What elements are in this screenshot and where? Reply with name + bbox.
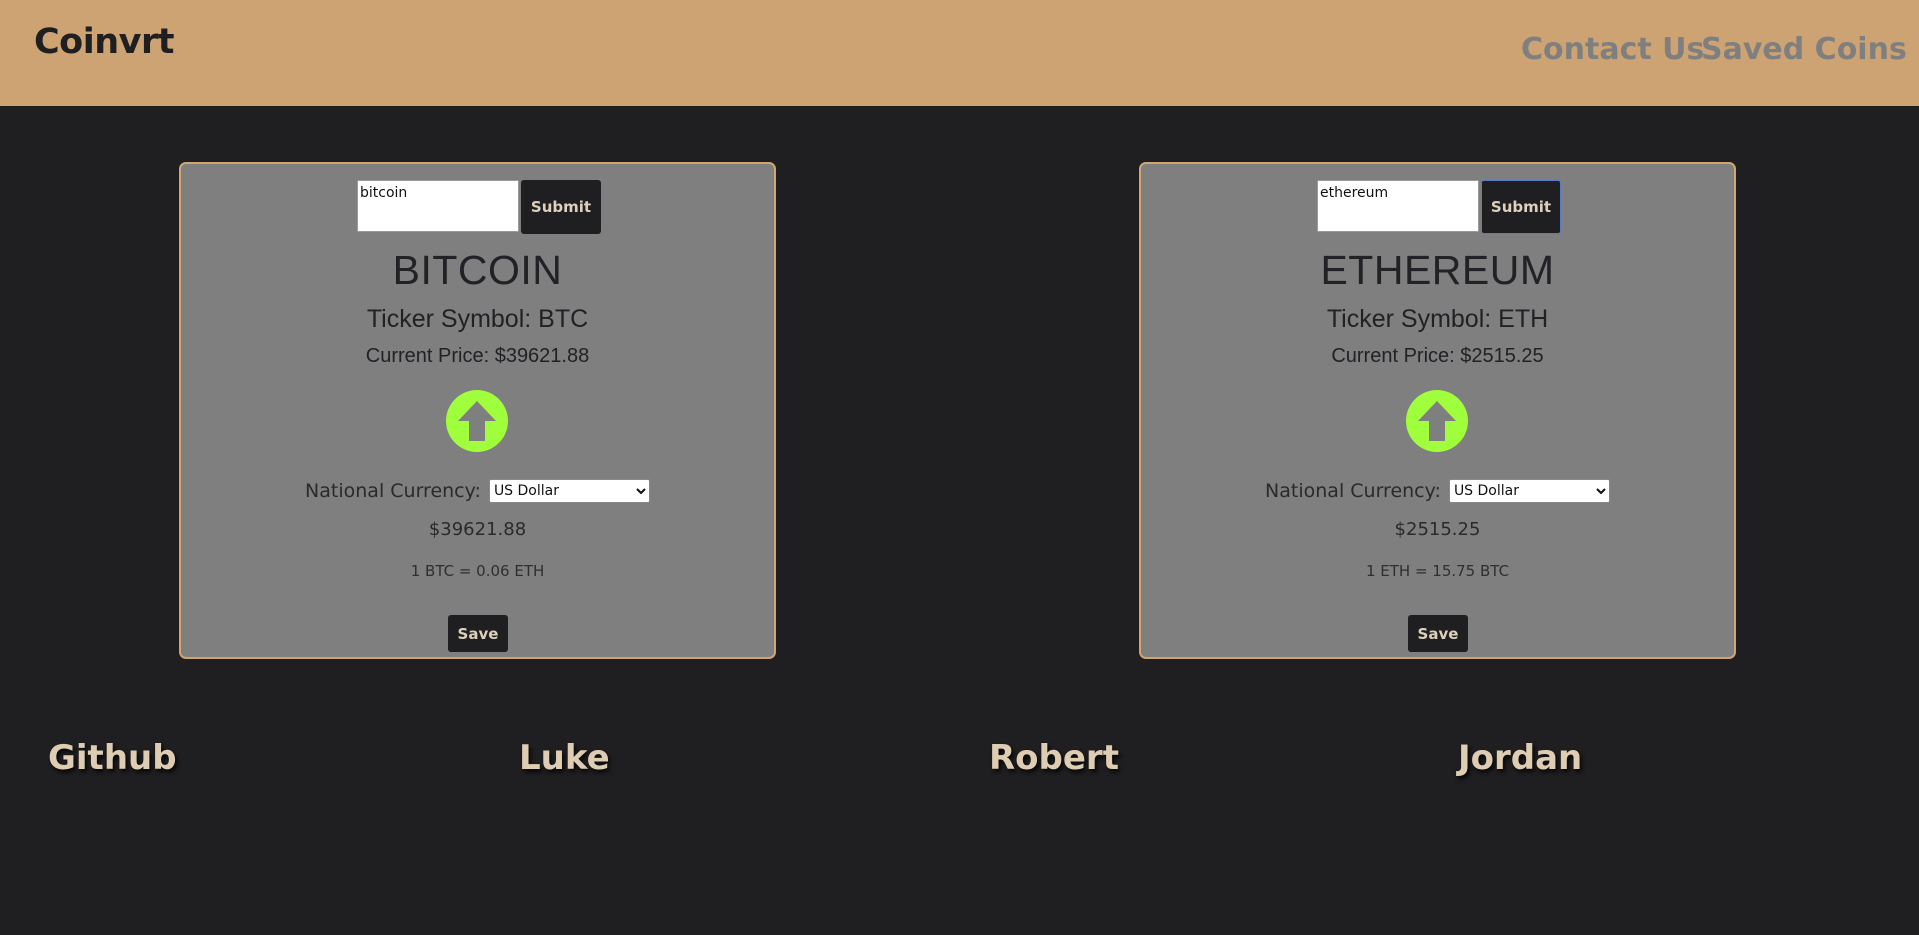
currency-row: National Currency: US Dollar [1141, 479, 1734, 503]
nav-saved-coins[interactable]: Saved Coins [1701, 32, 1907, 67]
footer-github-link[interactable]: Github [48, 738, 177, 778]
ticker-symbol: Ticker Symbol: BTC [366, 305, 589, 333]
coin-card-bitcoin: bitcoin Submit BITCOIN Ticker Symbol: BT… [179, 162, 776, 659]
current-price: Current Price: $39621.88 [365, 345, 590, 367]
coin-search-input[interactable]: bitcoin [357, 180, 519, 232]
up-arrow-icon [1406, 390, 1468, 452]
coin-search-input[interactable]: ethereum [1317, 180, 1479, 232]
converted-value: $2515.25 [1394, 519, 1481, 540]
up-arrow-icon [446, 390, 508, 452]
currency-select[interactable]: US Dollar [488, 479, 650, 503]
currency-select[interactable]: US Dollar [1448, 479, 1610, 503]
brand-logo[interactable]: Coinvrt [34, 22, 174, 62]
top-header: Coinvrt Contact Us Saved Coins [0, 0, 1919, 106]
exchange-rate: 1 BTC = 0.06 ETH [410, 562, 545, 580]
currency-label: National Currency: [1265, 480, 1441, 502]
submit-button[interactable]: Submit [521, 180, 601, 234]
current-price: Current Price: $2515.25 [1331, 345, 1544, 367]
nav-contact-us[interactable]: Contact Us [1521, 32, 1704, 67]
footer-robert-link[interactable]: Robert [989, 738, 1119, 778]
converted-value: $39621.88 [428, 519, 527, 540]
coin-name: BITCOIN [392, 247, 563, 293]
ticker-symbol: Ticker Symbol: ETH [1326, 305, 1549, 333]
coin-card-ethereum: ethereum Submit ETHEREUM Ticker Symbol: … [1139, 162, 1736, 659]
currency-label: National Currency: [305, 480, 481, 502]
save-button[interactable]: Save [1408, 615, 1468, 652]
footer-jordan-link[interactable]: Jordan [1458, 738, 1582, 778]
exchange-rate: 1 ETH = 15.75 BTC [1365, 562, 1510, 580]
currency-row: National Currency: US Dollar [181, 479, 774, 503]
submit-button[interactable]: Submit [1481, 180, 1561, 234]
save-button[interactable]: Save [448, 615, 508, 652]
coin-name: ETHEREUM [1320, 247, 1555, 293]
footer-luke-link[interactable]: Luke [519, 738, 610, 778]
